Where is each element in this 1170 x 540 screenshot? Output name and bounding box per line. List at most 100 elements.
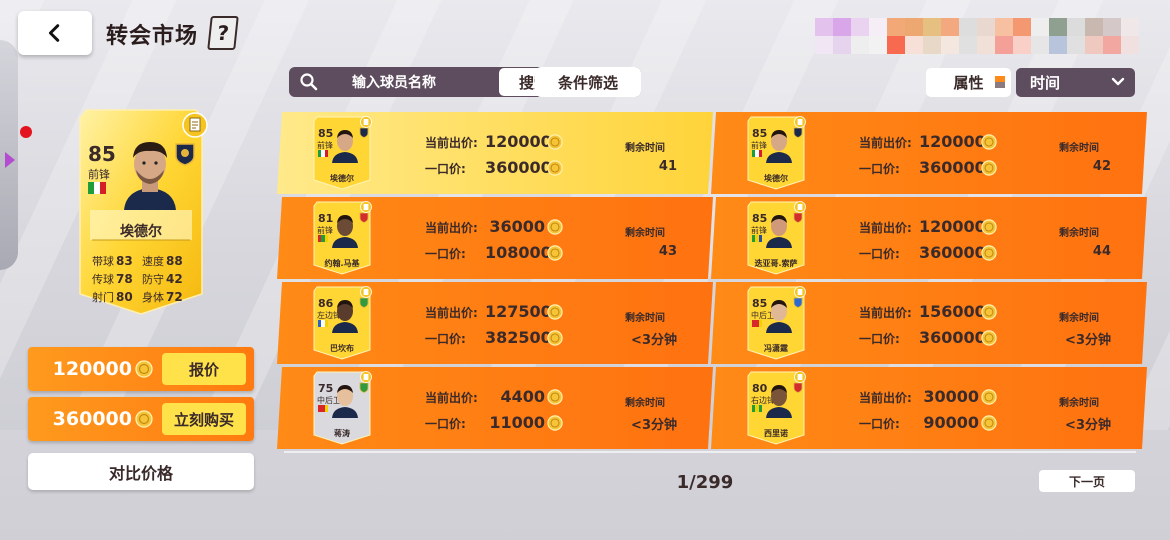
listing-card[interactable]: 75 中后卫 蒋涛 当前出价: 4400 一口价: 11000 剩余时间 <3分… (277, 367, 713, 449)
current-bid-value: 120000 (485, 132, 552, 151)
bid-button[interactable]: 报价 (162, 353, 246, 385)
time-left-value: <3分钟 (631, 418, 677, 433)
buyout-value: 382500 (485, 328, 552, 347)
player-mini-card: 85 前锋 埃德尔 (312, 116, 372, 190)
buyout-value: 360000 (919, 243, 986, 262)
listing-card[interactable]: 80 右边锋 西里诺 当前出价: 30000 一口价: 90000 剩余时间 <… (711, 367, 1147, 449)
coin-icon (547, 330, 563, 346)
mini-name: 巴坎布 (330, 344, 354, 353)
listing-card[interactable]: 86 左边锋 巴坎布 当前出价: 127500 一口价: 382500 剩余时间… (277, 282, 713, 364)
time-left-value: 41 (658, 159, 677, 174)
player-name: 埃德尔 (120, 224, 162, 240)
buyout-amount: 360000 (52, 408, 132, 430)
current-bid-label: 当前出价: (425, 136, 478, 150)
buyout-label: 一口价: (425, 332, 466, 346)
nation-flag-icon (318, 235, 328, 242)
player-face (766, 385, 792, 418)
contract-icon (182, 112, 208, 138)
club-crest-icon (793, 382, 803, 393)
time-left-value: 43 (658, 244, 677, 259)
current-bid-value: 156000 (919, 302, 986, 321)
search-icon[interactable] (289, 72, 329, 92)
time-left-label: 剩余时间 (625, 398, 665, 409)
coin-icon (547, 415, 563, 431)
listing-card[interactable]: 85 中后卫 冯潇霆 当前出价: 156000 一口价: 360000 剩余时间… (711, 282, 1147, 364)
buyout-label: 一口价: (425, 162, 466, 176)
nation-flag-icon (318, 320, 328, 327)
club-crest-icon (793, 297, 803, 308)
mini-name: 埃德尔 (330, 174, 354, 183)
contract-icon (360, 371, 372, 383)
player-face (766, 130, 792, 163)
sort-attribute-button[interactable]: 属性 (926, 68, 1011, 97)
coin-icon (135, 360, 153, 378)
contract-icon (794, 371, 806, 383)
coin-icon (981, 304, 997, 320)
club-crest-icon (175, 143, 195, 166)
player-mini-card: 81 前锋 约翰.马基 (312, 201, 372, 275)
help-button[interactable]: ? (207, 16, 239, 50)
contract-icon (794, 116, 806, 128)
sort-selected-value: 时间 (1030, 74, 1061, 92)
back-button[interactable] (18, 11, 92, 55)
current-bid-value: 120000 (919, 132, 986, 151)
coin-icon (547, 219, 563, 235)
coin-icon (981, 415, 997, 431)
contract-icon (794, 201, 806, 213)
mini-name: 蒋涛 (334, 429, 350, 438)
divider (284, 451, 1136, 453)
coin-icon (547, 245, 563, 261)
notification-dot (20, 126, 32, 138)
nation-flag-icon (318, 405, 328, 412)
current-bid-label: 当前出价: (859, 306, 912, 320)
current-bid-value: 30000 (923, 387, 979, 406)
current-bid-value: 120000 (919, 217, 986, 236)
stat-row: 带球 83 速度 88 (92, 254, 183, 268)
side-decoration (0, 40, 18, 270)
player-mini-card: 85 前锋 埃德尔 (746, 116, 806, 190)
player-stats: 带球 83 速度 88 传球 78 防守 42 射门 80 身体 72 (92, 252, 196, 306)
sort-attribute-label: 属性 (953, 74, 984, 92)
time-left-value: 42 (1092, 159, 1111, 174)
listing-card[interactable]: 85 前锋 埃德尔 当前出价: 120000 一口价: 360000 剩余时间 … (711, 112, 1147, 194)
next-page-button[interactable]: 下一页 (1039, 470, 1135, 492)
search-input[interactable]: 输入球员名称 (329, 72, 459, 92)
listing-card[interactable]: 85 前锋 埃德尔 当前出价: 120000 一口价: 360000 剩余时间 … (277, 112, 713, 194)
club-crest-icon (793, 212, 803, 223)
buy-now-button[interactable]: 立刻购买 (162, 403, 246, 435)
player-face (766, 215, 792, 248)
current-bid-value: 127500 (485, 302, 552, 321)
current-bid-label: 当前出价: (425, 306, 478, 320)
player-rating: 85 (88, 142, 116, 166)
mini-name: 迭亚哥.索萨 (754, 259, 798, 268)
time-left-label: 剩余时间 (625, 228, 665, 239)
club-crest-icon (359, 212, 369, 223)
club-crest-icon (359, 382, 369, 393)
time-left-label: 剩余时间 (625, 143, 665, 154)
compare-price-button[interactable]: 对比价格 (28, 453, 254, 490)
time-left-label: 剩余时间 (1059, 228, 1099, 239)
coin-icon (547, 134, 563, 150)
time-left-value: <3分钟 (1065, 333, 1111, 348)
listing-card[interactable]: 81 前锋 约翰.马基 当前出价: 36000 一口价: 108000 剩余时间… (277, 197, 713, 279)
coin-icon (981, 134, 997, 150)
player-face (332, 130, 358, 163)
current-bid-label: 当前出价: (859, 391, 912, 405)
buyout-label: 一口价: (859, 332, 900, 346)
buyout-label: 一口价: (859, 162, 900, 176)
chevron-left-icon (48, 24, 60, 42)
page-title: 转会市场 (106, 24, 199, 49)
buyout-value: 11000 (489, 413, 545, 432)
nation-flag-icon (318, 150, 328, 157)
sort-dropdown[interactable]: 时间 (1016, 68, 1135, 97)
contract-icon (794, 286, 806, 298)
coin-icon (547, 389, 563, 405)
contract-icon (360, 201, 372, 213)
filter-button[interactable]: 条件筛选 (535, 67, 641, 97)
club-crest-icon (359, 127, 369, 138)
listing-card[interactable]: 85 前锋 迭亚哥.索萨 当前出价: 120000 一口价: 360000 剩余… (711, 197, 1147, 279)
current-bid-label: 当前出价: (425, 391, 478, 405)
time-left-label: 剩余时间 (1059, 398, 1099, 409)
coin-icon (981, 330, 997, 346)
time-left-label: 剩余时间 (625, 313, 665, 324)
